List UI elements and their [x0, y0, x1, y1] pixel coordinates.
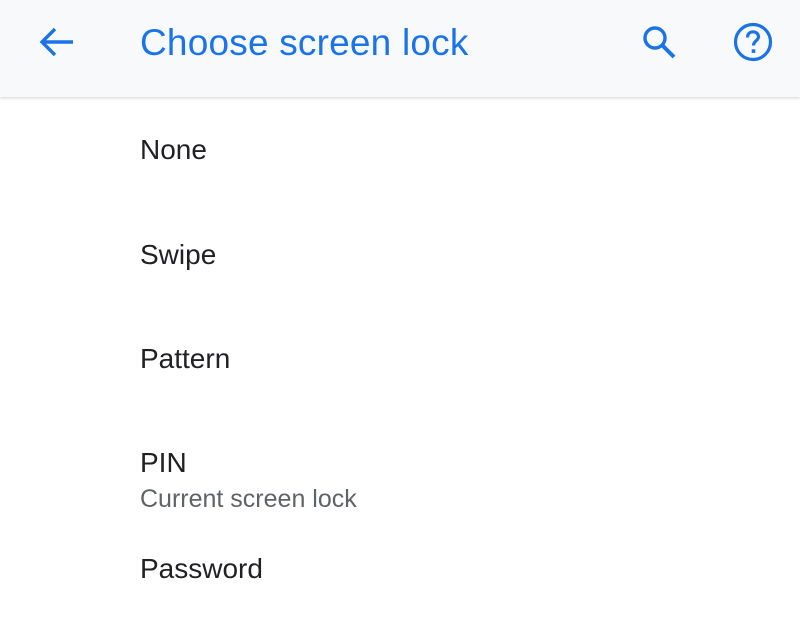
option-pattern[interactable]: Pattern — [0, 305, 800, 409]
app-bar: Choose screen lock — [0, 0, 800, 97]
screen-lock-settings: Choose screen lock None Swipe Pattern PI… — [0, 0, 800, 639]
help-button[interactable] — [727, 20, 779, 68]
option-swipe[interactable]: Swipe — [0, 201, 800, 305]
option-title: Password — [140, 553, 263, 584]
option-none[interactable]: None — [0, 97, 800, 201]
search-button[interactable] — [634, 20, 684, 68]
page-title: Choose screen lock — [140, 22, 469, 63]
option-title: PIN — [140, 447, 187, 478]
option-title: Pattern — [140, 343, 231, 374]
help-circle-icon — [732, 21, 774, 68]
option-password[interactable]: Password — [0, 549, 800, 639]
screen-lock-options-list: None Swipe Pattern PIN Current screen lo… — [0, 97, 800, 639]
option-title: None — [140, 134, 207, 165]
option-title: Swipe — [140, 239, 217, 270]
option-summary: Current screen lock — [140, 485, 357, 513]
search-icon — [640, 23, 678, 66]
arrow-back-icon — [37, 25, 75, 64]
option-pin[interactable]: PIN Current screen lock — [0, 409, 800, 549]
back-button[interactable] — [28, 22, 84, 66]
